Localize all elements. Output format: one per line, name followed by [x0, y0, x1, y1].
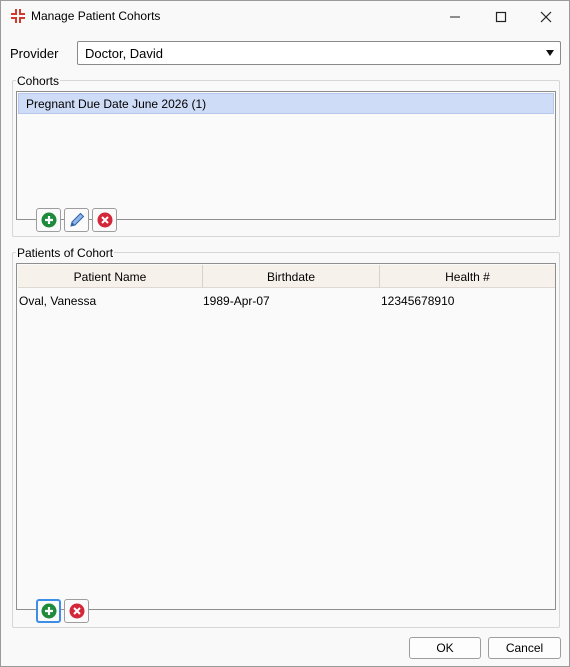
- close-button[interactable]: [523, 1, 569, 32]
- cohorts-list[interactable]: Pregnant Due Date June 2026 (1): [16, 91, 556, 220]
- window-title: Manage Patient Cohorts: [31, 9, 161, 23]
- cohort-item-label: Pregnant Due Date June 2026 (1): [26, 97, 207, 111]
- cell-health-number: 12345678910: [381, 294, 455, 308]
- x-circle-icon: [97, 212, 112, 228]
- table-row[interactable]: Oval, Vanessa 1989-Apr-07 12345678910: [18, 289, 555, 311]
- edit-cohort-button[interactable]: [64, 208, 89, 232]
- cell-birthdate: 1989-Apr-07: [203, 294, 270, 308]
- dropdown-arrow-icon: [546, 50, 554, 56]
- cohorts-group-label: Cohorts: [16, 74, 61, 88]
- cohort-list-item[interactable]: Pregnant Due Date June 2026 (1): [18, 93, 554, 114]
- remove-cohort-button[interactable]: [92, 208, 117, 232]
- patients-group-label: Patients of Cohort: [16, 246, 115, 260]
- column-header-birthdate[interactable]: Birthdate: [203, 265, 380, 288]
- add-patient-button[interactable]: [36, 599, 61, 623]
- app-logo-icon: [11, 9, 25, 23]
- minimize-button[interactable]: [432, 1, 478, 32]
- provider-label: Provider: [10, 46, 59, 61]
- cancel-button[interactable]: Cancel: [488, 637, 561, 659]
- minimize-icon: [450, 16, 460, 17]
- ok-button[interactable]: OK: [409, 637, 481, 659]
- pencil-icon: [69, 212, 84, 227]
- title-bar[interactable]: Manage Patient Cohorts: [1, 1, 569, 32]
- maximize-icon: [495, 11, 507, 22]
- column-header-patient-name[interactable]: Patient Name: [18, 265, 203, 288]
- provider-select[interactable]: Doctor, David: [77, 41, 561, 65]
- cell-patient-name: Oval, Vanessa: [19, 294, 97, 308]
- column-header-health-number[interactable]: Health #: [380, 265, 555, 288]
- add-cohort-button[interactable]: [36, 208, 61, 232]
- close-icon: [540, 11, 552, 22]
- dialog-window: Manage Patient Cohorts Provider Doctor, …: [0, 0, 570, 667]
- x-circle-icon: [69, 603, 84, 619]
- remove-patient-button[interactable]: [64, 599, 89, 623]
- maximize-button[interactable]: [478, 1, 524, 32]
- plus-circle-icon: [41, 603, 56, 619]
- patients-table[interactable]: Patient Name Birthdate Health # Oval, Va…: [16, 263, 556, 610]
- patients-table-header: Patient Name Birthdate Health #: [18, 265, 555, 288]
- provider-selected-value: Doctor, David: [85, 46, 164, 61]
- plus-circle-icon: [41, 212, 56, 228]
